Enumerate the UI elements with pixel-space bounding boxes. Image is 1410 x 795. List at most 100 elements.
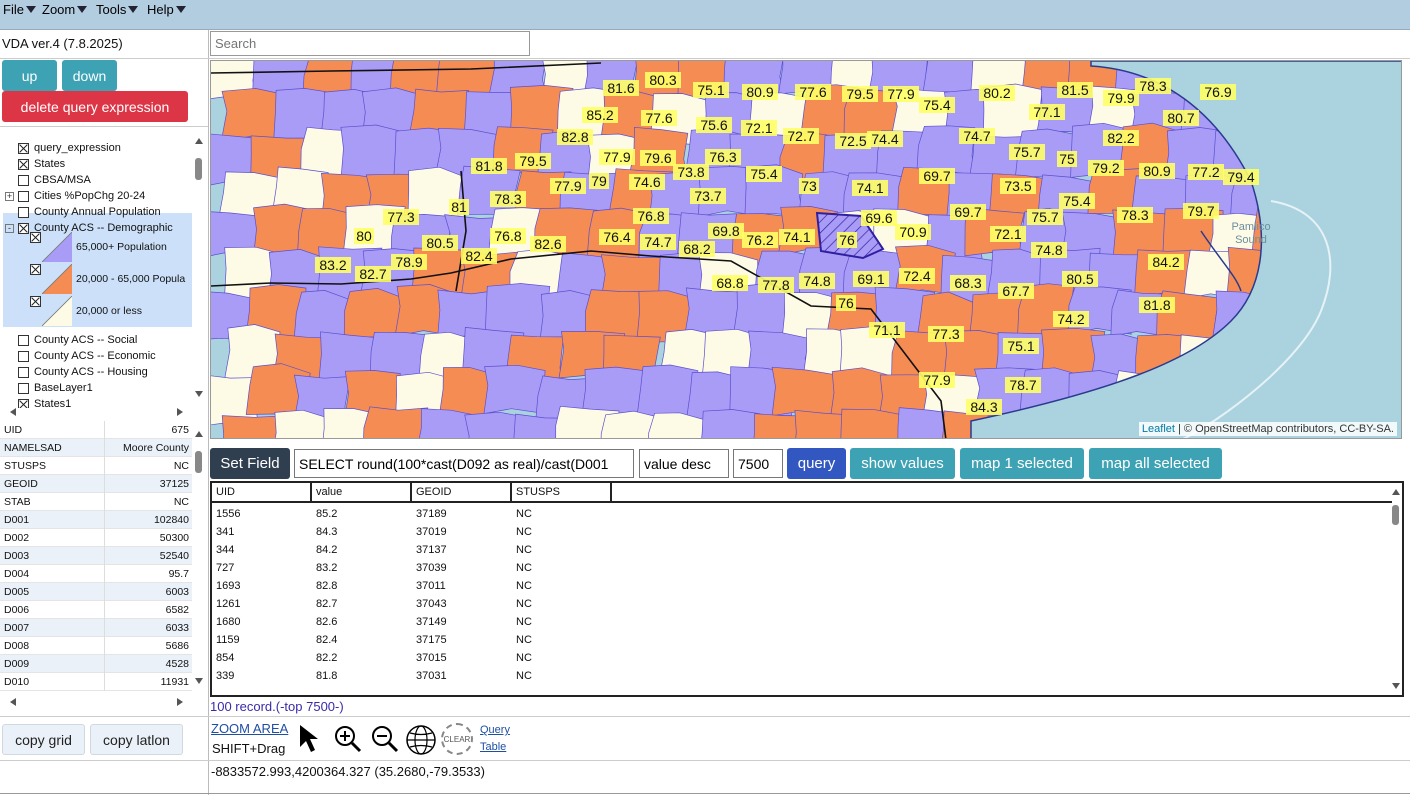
- county-polygon[interactable]: [363, 406, 429, 439]
- layer-checkbox[interactable]: [18, 334, 29, 346]
- scroll-right-icon[interactable]: [177, 698, 183, 706]
- scroll-right-icon[interactable]: [177, 408, 183, 416]
- results-grid[interactable]: UID value GEOID STUSPS 1556 85.2 37189 NC 34…: [210, 481, 1404, 697]
- map-1-selected-button[interactable]: map 1 selected: [960, 448, 1084, 479]
- layer-checkbox[interactable]: [18, 174, 29, 186]
- legend-item[interactable]: 20,000 - 65,000 Popula: [30, 264, 185, 294]
- layer-checkbox[interactable]: [18, 222, 29, 234]
- set-field-button[interactable]: Set Field: [210, 448, 290, 479]
- expand-toggle-icon[interactable]: -: [5, 223, 14, 233]
- legend-item[interactable]: 65,000+ Population: [30, 232, 167, 262]
- scroll-down-icon[interactable]: [195, 391, 203, 397]
- menu-help[interactable]: Help: [147, 2, 186, 17]
- props-scrollbar[interactable]: [194, 429, 204, 691]
- leaflet-link[interactable]: Leaflet: [1142, 423, 1175, 435]
- layer-row[interactable]: County ACS -- Economic: [5, 350, 156, 362]
- globe-icon[interactable]: [405, 724, 437, 756]
- scroll-thumb[interactable]: [195, 158, 202, 180]
- layer-checkbox[interactable]: [18, 350, 29, 362]
- legend-checkbox[interactable]: [30, 264, 41, 275]
- scroll-down-icon[interactable]: [195, 678, 203, 684]
- scroll-up-icon[interactable]: [1392, 489, 1400, 495]
- menu-zoom[interactable]: Zoom: [42, 2, 88, 17]
- table-row[interactable]: 854 82.2 37015 NC: [212, 649, 1382, 667]
- county-map[interactable]: 81.6 80.3 75.1 80.9 77.6 79.5 77.9 75.4 80.2 81.5…: [211, 61, 1402, 439]
- scroll-up-icon[interactable]: [195, 138, 203, 144]
- show-values-button[interactable]: show values: [850, 448, 955, 479]
- county-value-label: 74.8: [799, 273, 835, 289]
- layer-label: query_expression: [34, 142, 121, 154]
- table-row[interactable]: 727 83.2 37039 NC: [212, 559, 1382, 577]
- table-row[interactable]: 1556 85.2 37189 NC: [212, 505, 1382, 523]
- limit-input[interactable]: 7500: [733, 449, 783, 478]
- layer-checkbox[interactable]: [18, 142, 29, 154]
- legend-checkbox[interactable]: [30, 296, 41, 307]
- clear-icon[interactable]: CLEAR: [441, 723, 473, 755]
- county-polygon[interactable]: [840, 408, 904, 439]
- copy-grid-button[interactable]: copy grid: [2, 724, 85, 755]
- table-row[interactable]: 1159 82.4 37175 NC: [212, 631, 1382, 649]
- table-row[interactable]: 1261 82.7 37043 NC: [212, 595, 1382, 613]
- layer-row[interactable]: States: [5, 158, 65, 170]
- scroll-up-icon[interactable]: [195, 431, 203, 437]
- column-header-uid[interactable]: UID: [212, 483, 312, 501]
- layer-row[interactable]: BaseLayer1: [5, 382, 93, 394]
- zoom-out-icon[interactable]: [370, 724, 400, 754]
- layer-row[interactable]: States1: [5, 398, 71, 408]
- grid-scrollbar[interactable]: [1391, 485, 1401, 693]
- scroll-thumb[interactable]: [195, 451, 202, 473]
- up-button[interactable]: up: [2, 60, 57, 91]
- county-polygon[interactable]: [771, 366, 837, 417]
- menu-tools[interactable]: Tools: [96, 2, 139, 17]
- layer-row[interactable]: CBSA/MSA: [5, 174, 91, 186]
- map-all-selected-button[interactable]: map all selected: [1089, 448, 1222, 479]
- layer-row[interactable]: County ACS -- Housing: [5, 366, 148, 378]
- scroll-down-icon[interactable]: [1392, 683, 1400, 689]
- layer-row[interactable]: query_expression: [5, 142, 121, 154]
- menu-file[interactable]: File: [3, 2, 36, 17]
- sql-query-input[interactable]: SELECT round(100*cast(D092 as real)/cast…: [294, 449, 634, 478]
- zoom-area-link[interactable]: ZOOM AREA: [211, 721, 288, 736]
- pointer-arrow-icon[interactable]: [297, 722, 327, 754]
- table-link[interactable]: Table: [480, 741, 506, 753]
- scroll-thumb[interactable]: [1392, 505, 1399, 525]
- query-link[interactable]: Query: [480, 724, 510, 736]
- column-header-stusps[interactable]: STUSPS: [512, 483, 612, 501]
- layer-row[interactable]: + Cities %PopChg 20-24: [5, 190, 145, 202]
- layer-row[interactable]: County ACS -- Social: [5, 334, 137, 346]
- search-input[interactable]: [210, 31, 530, 56]
- county-polygon[interactable]: [1400, 211, 1402, 263]
- property-value: 95.7: [168, 568, 189, 580]
- scroll-left-icon[interactable]: [10, 408, 16, 416]
- table-row[interactable]: 341 84.3 37019 NC: [212, 523, 1382, 541]
- menu-zoom-label: Zoom: [42, 2, 76, 17]
- zoom-in-icon[interactable]: [333, 724, 363, 754]
- column-header-geoid[interactable]: GEOID: [412, 483, 512, 501]
- legend-item[interactable]: 20,000 or less: [30, 296, 142, 326]
- county-polygon[interactable]: [220, 415, 284, 439]
- layer-checkbox[interactable]: [18, 382, 29, 394]
- table-row[interactable]: 339 81.8 37031 NC: [212, 667, 1382, 685]
- expand-toggle-icon[interactable]: +: [5, 191, 14, 201]
- layer-checkbox[interactable]: [18, 398, 29, 408]
- layer-checkbox[interactable]: [18, 158, 29, 170]
- column-header-value[interactable]: value: [312, 483, 412, 501]
- tree-scrollbar[interactable]: [194, 136, 204, 398]
- county-polygon[interactable]: [483, 364, 546, 415]
- county-polygon[interactable]: [699, 409, 761, 440]
- layer-checkbox[interactable]: [18, 206, 29, 218]
- layer-row[interactable]: County Annual Population: [5, 206, 161, 218]
- copy-latlon-button[interactable]: copy latlon: [90, 724, 183, 755]
- down-button[interactable]: down: [62, 60, 117, 91]
- table-row[interactable]: 1680 82.6 37149 NC: [212, 613, 1382, 631]
- layer-checkbox[interactable]: [18, 366, 29, 378]
- legend-checkbox[interactable]: [30, 232, 41, 243]
- map-view[interactable]: 81.6 80.3 75.1 80.9 77.6 79.5 77.9 75.4 80.2 81.5…: [210, 60, 1402, 439]
- order-input[interactable]: value desc: [639, 449, 729, 478]
- table-row[interactable]: 344 84.2 37137 NC: [212, 541, 1382, 559]
- table-row[interactable]: 1693 82.8 37011 NC: [212, 577, 1382, 595]
- layer-checkbox[interactable]: [18, 190, 29, 202]
- delete-query-button[interactable]: delete query expression: [2, 91, 188, 122]
- query-button[interactable]: query: [787, 448, 846, 479]
- scroll-left-icon[interactable]: [10, 698, 16, 706]
